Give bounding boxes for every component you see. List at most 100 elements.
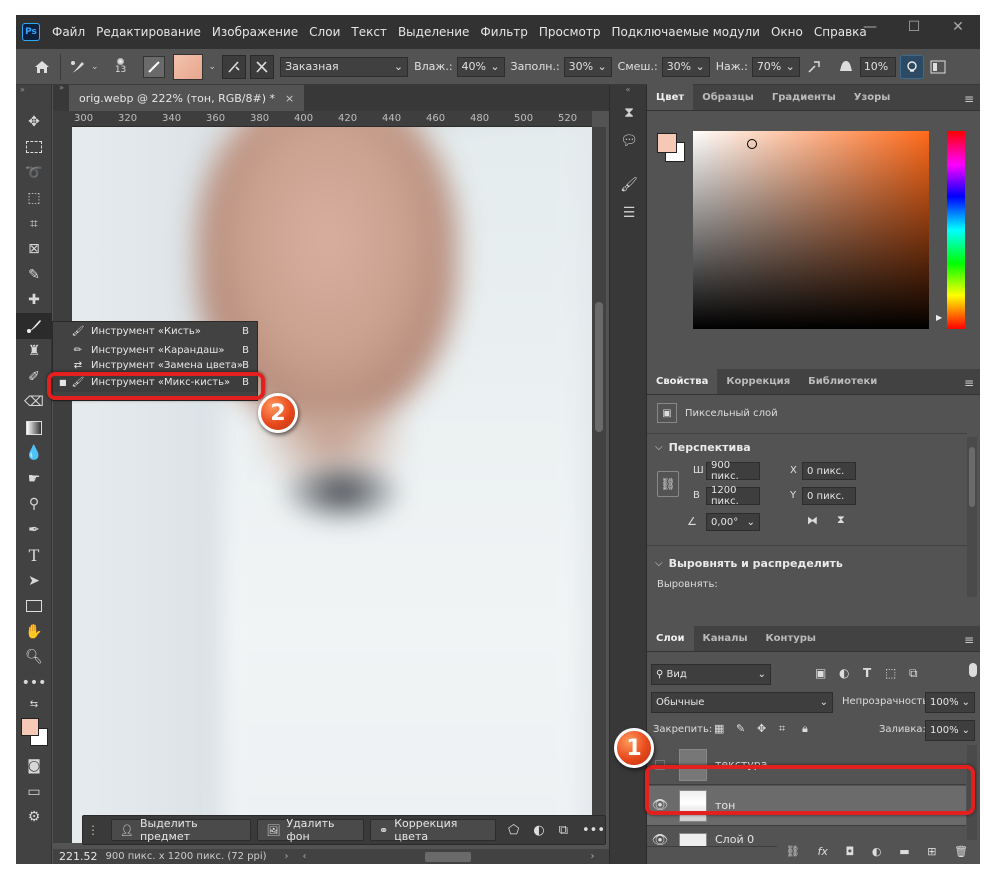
properties-scrollbar[interactable] xyxy=(967,437,977,597)
flip-vertical-icon[interactable]: ⧗ xyxy=(837,513,845,527)
panel-menu-icon[interactable]: ≡ xyxy=(964,633,974,647)
tab-properties[interactable]: Свойства xyxy=(647,368,718,394)
type-tool-icon[interactable]: T xyxy=(16,543,52,569)
panel-menu-icon[interactable]: ≡ xyxy=(964,376,974,390)
contrast-icon[interactable]: ◐ xyxy=(533,823,544,838)
quick-mask-icon[interactable]: ◙ xyxy=(16,754,52,780)
minimize-icon[interactable]: — xyxy=(860,19,880,39)
zoom-level[interactable]: 221.52 xyxy=(59,850,98,863)
color-field[interactable] xyxy=(693,131,929,329)
flyout-item-pencil[interactable]: ✏︎ Инструмент «Карандаш» B xyxy=(53,341,257,360)
add-mask-icon[interactable]: ◘ xyxy=(846,845,855,858)
chevron-right-icon[interactable]: › xyxy=(591,851,595,862)
more-tools-icon[interactable]: ••• xyxy=(16,670,52,696)
comments-panel-icon[interactable]: 💬︎ xyxy=(610,127,648,155)
width-input[interactable]: 900 пикс. xyxy=(706,460,760,482)
hue-slider-handle-icon[interactable]: ▶ xyxy=(936,313,942,322)
chevron-down-icon[interactable]: ⌄ xyxy=(91,62,99,72)
tab-swatches[interactable]: Образцы xyxy=(693,84,763,110)
brush-tool-icon[interactable] xyxy=(16,313,52,339)
rectangle-tool-icon[interactable] xyxy=(16,594,52,620)
delete-layer-icon[interactable]: 🗑︎ xyxy=(954,845,968,858)
tab-libraries[interactable]: Библиотеки xyxy=(799,368,886,394)
smudge-tool-icon[interactable]: ☛ xyxy=(16,466,52,492)
crop-tool-icon[interactable]: ⌗ xyxy=(16,211,52,237)
screen-mode-icon[interactable]: ▭ xyxy=(16,779,52,805)
hand-tool-icon[interactable]: ✋ xyxy=(16,619,52,645)
new-adjustment-icon[interactable]: ◐ xyxy=(872,845,882,858)
mix-input[interactable]: 30% ⌄ xyxy=(661,56,710,77)
path-select-tool-icon[interactable]: ➤ xyxy=(16,568,52,594)
brush-settings-panel-icon[interactable]: 🖌︎ xyxy=(610,171,648,199)
layer-filter-select[interactable]: ⚲ Вид ⌄ xyxy=(651,664,771,685)
filter-smart-object-icon[interactable]: ⧉ xyxy=(909,666,918,681)
filter-type-icon[interactable]: T xyxy=(863,666,871,680)
brush-settings-icon[interactable] xyxy=(142,55,165,78)
foreground-color-swatch[interactable] xyxy=(21,717,39,736)
share-icon[interactable]: ⚙ xyxy=(16,805,52,831)
load-input[interactable]: 30% ⌄ xyxy=(563,56,612,77)
current-load-swatch[interactable] xyxy=(172,53,203,80)
chevron-left-icon[interactable]: ‹ xyxy=(303,851,307,862)
load-brush-icon[interactable] xyxy=(222,54,247,79)
color-picker-marker[interactable] xyxy=(747,139,757,149)
transform-icon[interactable]: ⬠ xyxy=(508,823,519,838)
tab-layers[interactable]: Слои xyxy=(647,625,694,651)
marquee-tool-icon[interactable] xyxy=(16,135,52,161)
stamp-tool-icon[interactable]: ♜ xyxy=(16,339,52,365)
flow-input[interactable]: 70% ⌄ xyxy=(751,56,800,77)
clean-brush-icon[interactable] xyxy=(250,54,275,79)
perspective-header[interactable]: ⌵ Перспектива xyxy=(655,441,751,454)
menu-type[interactable]: Текст xyxy=(351,25,387,39)
color-swatches[interactable] xyxy=(16,714,51,754)
filter-toggle[interactable] xyxy=(969,663,977,677)
chevron-down-icon[interactable]: ⌄ xyxy=(209,62,217,72)
blend-mode-select[interactable]: Обычные ⌄ xyxy=(651,692,833,713)
close-tab-icon[interactable]: × xyxy=(285,92,294,105)
tab-channels[interactable]: Каналы xyxy=(694,625,757,651)
image-canvas[interactable] xyxy=(72,127,592,843)
scrollbar-thumb[interactable] xyxy=(969,447,975,507)
menu-view[interactable]: Просмотр xyxy=(539,25,601,39)
tab-color[interactable]: Цвет xyxy=(647,84,694,110)
maximize-icon[interactable]: ☐ xyxy=(904,19,924,39)
menu-window[interactable]: Окно xyxy=(771,25,803,39)
filter-adjustment-icon[interactable]: ◐ xyxy=(839,666,849,680)
lock-all-icon[interactable]: 🔒︎ xyxy=(802,722,808,736)
more-options-icon[interactable]: ••• xyxy=(582,823,605,838)
tool-preset-icon[interactable] xyxy=(67,55,91,79)
link-layers-icon[interactable]: ⛓︎ xyxy=(786,845,800,858)
panel-toggle-icon[interactable] xyxy=(926,55,950,79)
object-select-tool-icon[interactable]: ⬚ xyxy=(16,186,52,212)
move-tool-icon[interactable]: ✥ xyxy=(16,109,52,135)
eyedropper-tool-icon[interactable]: ✎ xyxy=(16,262,52,288)
menu-plugins[interactable]: Подключаемые модули xyxy=(611,25,760,39)
chevron-right-icon[interactable]: › xyxy=(285,851,289,862)
collapse-icon[interactable]: » xyxy=(59,83,64,92)
y-input[interactable]: 0 пикс. xyxy=(802,487,856,505)
horizontal-scroll-thumb[interactable] xyxy=(424,851,471,862)
angle-input[interactable]: 10% xyxy=(859,56,896,77)
zoom-tool-icon[interactable]: 🔍︎ xyxy=(16,645,52,671)
height-input[interactable]: 1200 пикс. xyxy=(706,485,760,507)
select-subject-button[interactable]: 👤︎ Выделить предмет xyxy=(111,817,252,843)
filter-shape-icon[interactable]: ⬚ xyxy=(885,666,896,680)
menu-edit[interactable]: Редактирование xyxy=(96,25,201,39)
collapse-icon[interactable]: « xyxy=(610,85,646,99)
x-input[interactable]: 0 пикс. xyxy=(802,462,856,480)
flyout-item-brush[interactable]: 🖌︎ Инструмент «Кисть» B xyxy=(53,322,257,341)
frame-tool-icon[interactable]: ⊠ xyxy=(16,237,52,263)
lock-artboard-icon[interactable]: ⌗ xyxy=(779,722,785,736)
dodge-tool-icon[interactable]: ⚲ xyxy=(16,492,52,518)
blur-tool-icon[interactable]: 💧 xyxy=(16,441,52,467)
wet-input[interactable]: 40% ⌄ xyxy=(456,56,505,77)
menu-help[interactable]: Справка xyxy=(814,25,867,39)
drag-handle-icon[interactable]: ⋮ xyxy=(87,823,99,837)
home-icon[interactable] xyxy=(30,55,54,79)
pen-tool-icon[interactable]: ✒ xyxy=(16,517,52,543)
scrollbar-thumb[interactable] xyxy=(595,302,603,432)
airbrush-icon[interactable] xyxy=(802,55,826,79)
gradient-tool-icon[interactable] xyxy=(16,415,52,441)
document-tab[interactable]: orig.webp @ 222% (тон, RGB/8#) * × xyxy=(69,85,305,111)
vertical-scrollbar[interactable] xyxy=(592,127,606,843)
